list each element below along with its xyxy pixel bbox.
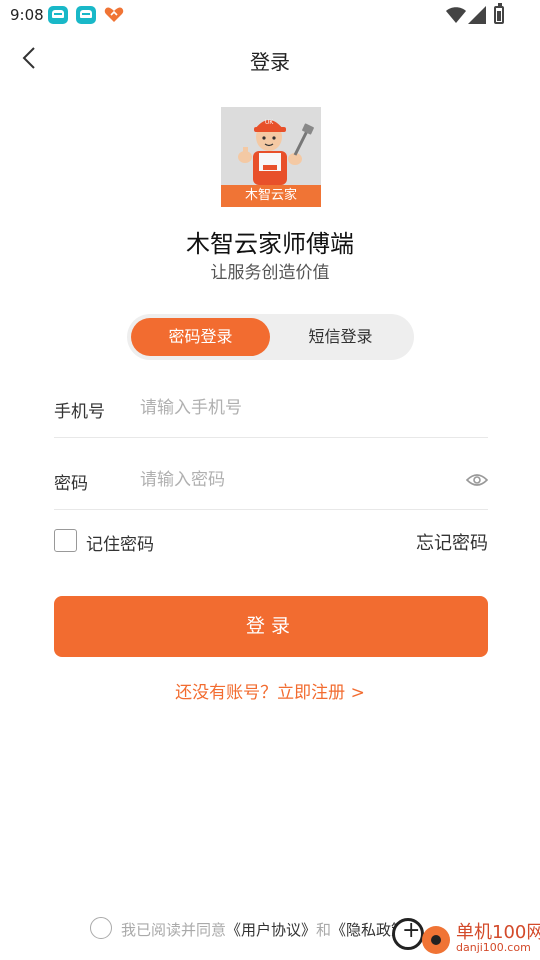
agreement-and: 和 (316, 921, 332, 939)
svg-text:UK: UK (265, 120, 273, 126)
page-title: 登录 (250, 50, 290, 74)
remember-label: 记住密码 (86, 535, 154, 555)
watermark-logo-icon (392, 918, 424, 950)
remember-checkbox[interactable] (54, 529, 77, 552)
app-name: 木智云家师傅端 (186, 230, 354, 258)
user-agreement-link[interactable]: 《用户协议》 (226, 921, 316, 939)
watermark-url: danji100.com (456, 941, 531, 954)
login-button[interactable]: 登录 (54, 596, 488, 657)
watermark: 单机100网 danji100.com (392, 914, 540, 960)
phone-label: 手机号 (54, 402, 105, 422)
worker-mascot-icon: UK (238, 120, 314, 185)
agreement-text: 我已阅读并同意《用户协议》和《隐私政策》 (121, 919, 421, 940)
login-mode-switch: 密码登录 短信登录 (127, 314, 414, 360)
tab-sms-login[interactable]: 短信登录 (271, 318, 410, 356)
app-slogan: 让服务创造价值 (210, 263, 330, 283)
phone-input[interactable] (140, 392, 440, 424)
battery-icon (494, 3, 504, 24)
register-link[interactable]: 还没有账号？立即注册 > (0, 678, 540, 703)
app-logo: UK 木智云家 (221, 107, 321, 207)
car-app-icon (76, 6, 96, 24)
wifi-icon (446, 7, 466, 23)
tab-password-login[interactable]: 密码登录 (131, 318, 270, 356)
status-time: 9:08 (10, 6, 44, 24)
agree-radio[interactable] (90, 917, 112, 939)
password-label: 密码 (54, 474, 88, 494)
status-bar: 9:08 (0, 0, 540, 32)
password-field-row: 密码 (54, 450, 488, 510)
forgot-password-link[interactable]: 忘记密码 (416, 529, 488, 555)
signal-icon (468, 6, 486, 24)
logo-banner: 木智云家 (221, 185, 321, 207)
watermark-dot-icon (422, 926, 450, 954)
password-input[interactable] (140, 464, 440, 496)
agreement-prefix: 我已阅读并同意 (121, 921, 227, 939)
nav-bar: 登录 (0, 32, 540, 86)
phone-field-row: 手机号 (54, 378, 488, 438)
eye-icon[interactable] (466, 470, 488, 490)
heart-app-icon (104, 7, 124, 22)
car-app-icon (48, 6, 68, 24)
